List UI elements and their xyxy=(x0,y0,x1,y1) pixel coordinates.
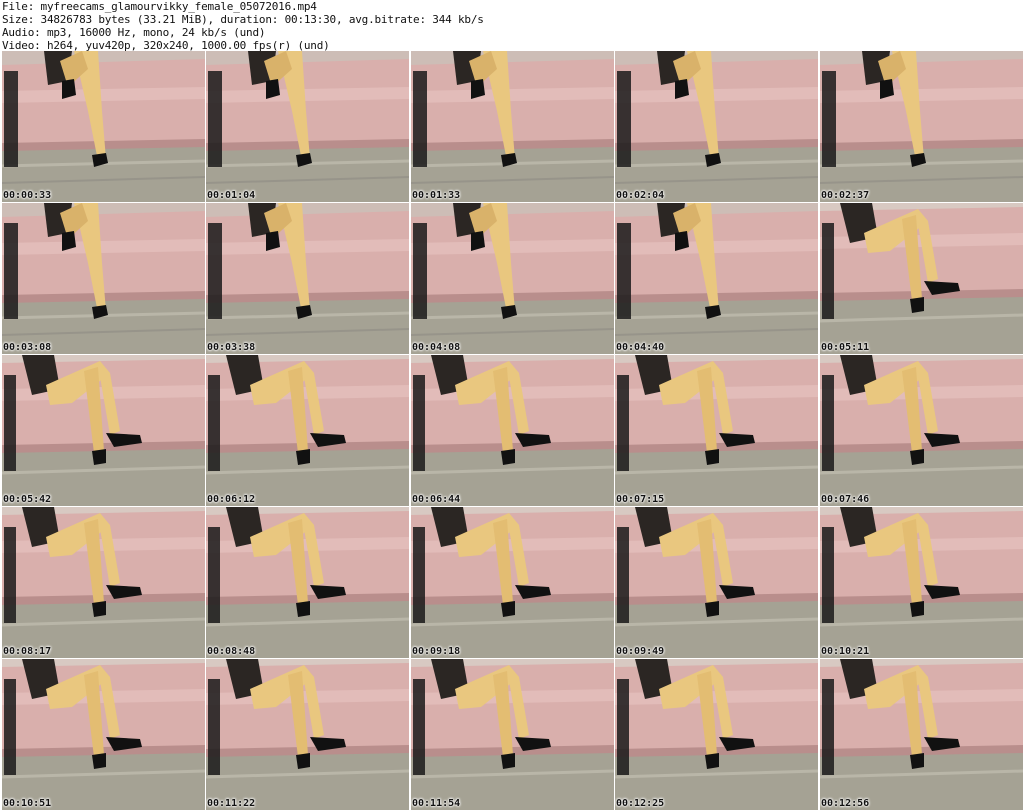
thumbnail-timestamp: 00:03:38 xyxy=(207,342,256,353)
video-thumbnail: 00:00:33 xyxy=(2,51,205,202)
thumbnail-timestamp: 00:10:21 xyxy=(821,646,870,657)
video-thumbnail: 00:01:04 xyxy=(206,51,409,202)
file-size-info: Size: 34826783 bytes (33.21 MiB), durati… xyxy=(2,13,484,26)
video-thumbnail: 00:02:37 xyxy=(820,51,1023,202)
thumbnail-timestamp: 00:11:54 xyxy=(412,798,461,809)
thumbnail-timestamp: 00:05:42 xyxy=(3,494,52,505)
thumbnail-frame-image xyxy=(411,355,614,506)
video-thumbnail: 00:11:54 xyxy=(411,659,614,810)
video-thumbnail: 00:12:56 xyxy=(820,659,1023,810)
thumbnail-timestamp: 00:10:51 xyxy=(3,798,52,809)
thumbnail-frame-image xyxy=(411,203,614,354)
audio-info: Audio: mp3, 16000 Hz, mono, 24 kb/s (und… xyxy=(2,26,266,39)
thumbnail-timestamp: 00:06:12 xyxy=(207,494,256,505)
video-thumbnail: 00:02:04 xyxy=(615,51,818,202)
thumbnail-frame-image xyxy=(615,507,818,658)
video-thumbnail: 00:10:21 xyxy=(820,507,1023,658)
thumbnail-timestamp: 00:11:22 xyxy=(207,798,256,809)
thumbnail-timestamp: 00:02:37 xyxy=(821,190,870,201)
video-thumbnail: 00:07:15 xyxy=(615,355,818,506)
thumbnail-frame-image xyxy=(2,355,205,506)
thumbnail-frame-image xyxy=(206,507,409,658)
thumbnail-timestamp: 00:03:08 xyxy=(3,342,52,353)
thumbnail-timestamp: 00:06:44 xyxy=(412,494,461,505)
video-thumbnail: 00:06:12 xyxy=(206,355,409,506)
video-thumbnail: 00:05:42 xyxy=(2,355,205,506)
video-thumbnail: 00:08:48 xyxy=(206,507,409,658)
thumbnail-frame-image xyxy=(2,507,205,658)
thumbnail-frame-image xyxy=(820,203,1023,354)
thumbnail-timestamp: 00:02:04 xyxy=(616,190,665,201)
video-thumbnail: 00:11:22 xyxy=(206,659,409,810)
thumbnail-timestamp: 00:01:33 xyxy=(412,190,461,201)
thumbnail-frame-image xyxy=(820,355,1023,506)
video-thumbnail: 00:09:49 xyxy=(615,507,818,658)
thumbnail-timestamp: 00:05:11 xyxy=(821,342,870,353)
video-thumbnail: 00:04:08 xyxy=(411,203,614,354)
video-thumbnail: 00:03:08 xyxy=(2,203,205,354)
file-info-header: File: myfreecams_glamourvikky_female_050… xyxy=(2,0,484,52)
thumbnail-frame-image xyxy=(411,507,614,658)
thumbnail-frame-image xyxy=(615,51,818,202)
video-thumbnail: 00:10:51 xyxy=(2,659,205,810)
thumbnail-timestamp: 00:08:17 xyxy=(3,646,52,657)
thumbnail-frame-image xyxy=(615,203,818,354)
thumbnail-timestamp: 00:08:48 xyxy=(207,646,256,657)
thumbnail-frame-image xyxy=(820,659,1023,810)
thumbnail-frame-image xyxy=(820,51,1023,202)
thumbnail-frame-image xyxy=(2,659,205,810)
video-thumbnail: 00:08:17 xyxy=(2,507,205,658)
thumbnail-frame-image xyxy=(206,51,409,202)
file-name: File: myfreecams_glamourvikky_female_050… xyxy=(2,0,317,13)
video-thumbnail: 00:12:25 xyxy=(615,659,818,810)
video-thumbnail: 00:06:44 xyxy=(411,355,614,506)
thumbnail-frame-image xyxy=(206,355,409,506)
thumbnail-timestamp: 00:07:15 xyxy=(616,494,665,505)
thumbnail-timestamp: 00:09:18 xyxy=(412,646,461,657)
thumbnail-frame-image xyxy=(615,355,818,506)
video-thumbnail: 00:03:38 xyxy=(206,203,409,354)
thumbnail-frame-image xyxy=(411,659,614,810)
thumbnail-timestamp: 00:12:25 xyxy=(616,798,665,809)
thumbnail-frame-image xyxy=(411,51,614,202)
thumbnail-frame-image xyxy=(2,51,205,202)
thumbnail-timestamp: 00:12:56 xyxy=(821,798,870,809)
thumbnail-timestamp: 00:04:40 xyxy=(616,342,665,353)
thumbnail-timestamp: 00:04:08 xyxy=(412,342,461,353)
video-thumbnail: 00:07:46 xyxy=(820,355,1023,506)
video-thumbnail: 00:09:18 xyxy=(411,507,614,658)
video-thumbnail: 00:01:33 xyxy=(411,51,614,202)
video-thumbnail: 00:04:40 xyxy=(615,203,818,354)
thumbnail-frame-image xyxy=(206,203,409,354)
thumbnail-timestamp: 00:07:46 xyxy=(821,494,870,505)
thumbnail-timestamp: 00:01:04 xyxy=(207,190,256,201)
thumbnail-frame-image xyxy=(820,507,1023,658)
video-thumbnail: 00:05:11 xyxy=(820,203,1023,354)
thumbnail-frame-image xyxy=(206,659,409,810)
thumbnail-timestamp: 00:09:49 xyxy=(616,646,665,657)
thumbnail-timestamp: 00:00:33 xyxy=(3,190,52,201)
thumbnail-frame-image xyxy=(615,659,818,810)
thumbnail-frame-image xyxy=(2,203,205,354)
